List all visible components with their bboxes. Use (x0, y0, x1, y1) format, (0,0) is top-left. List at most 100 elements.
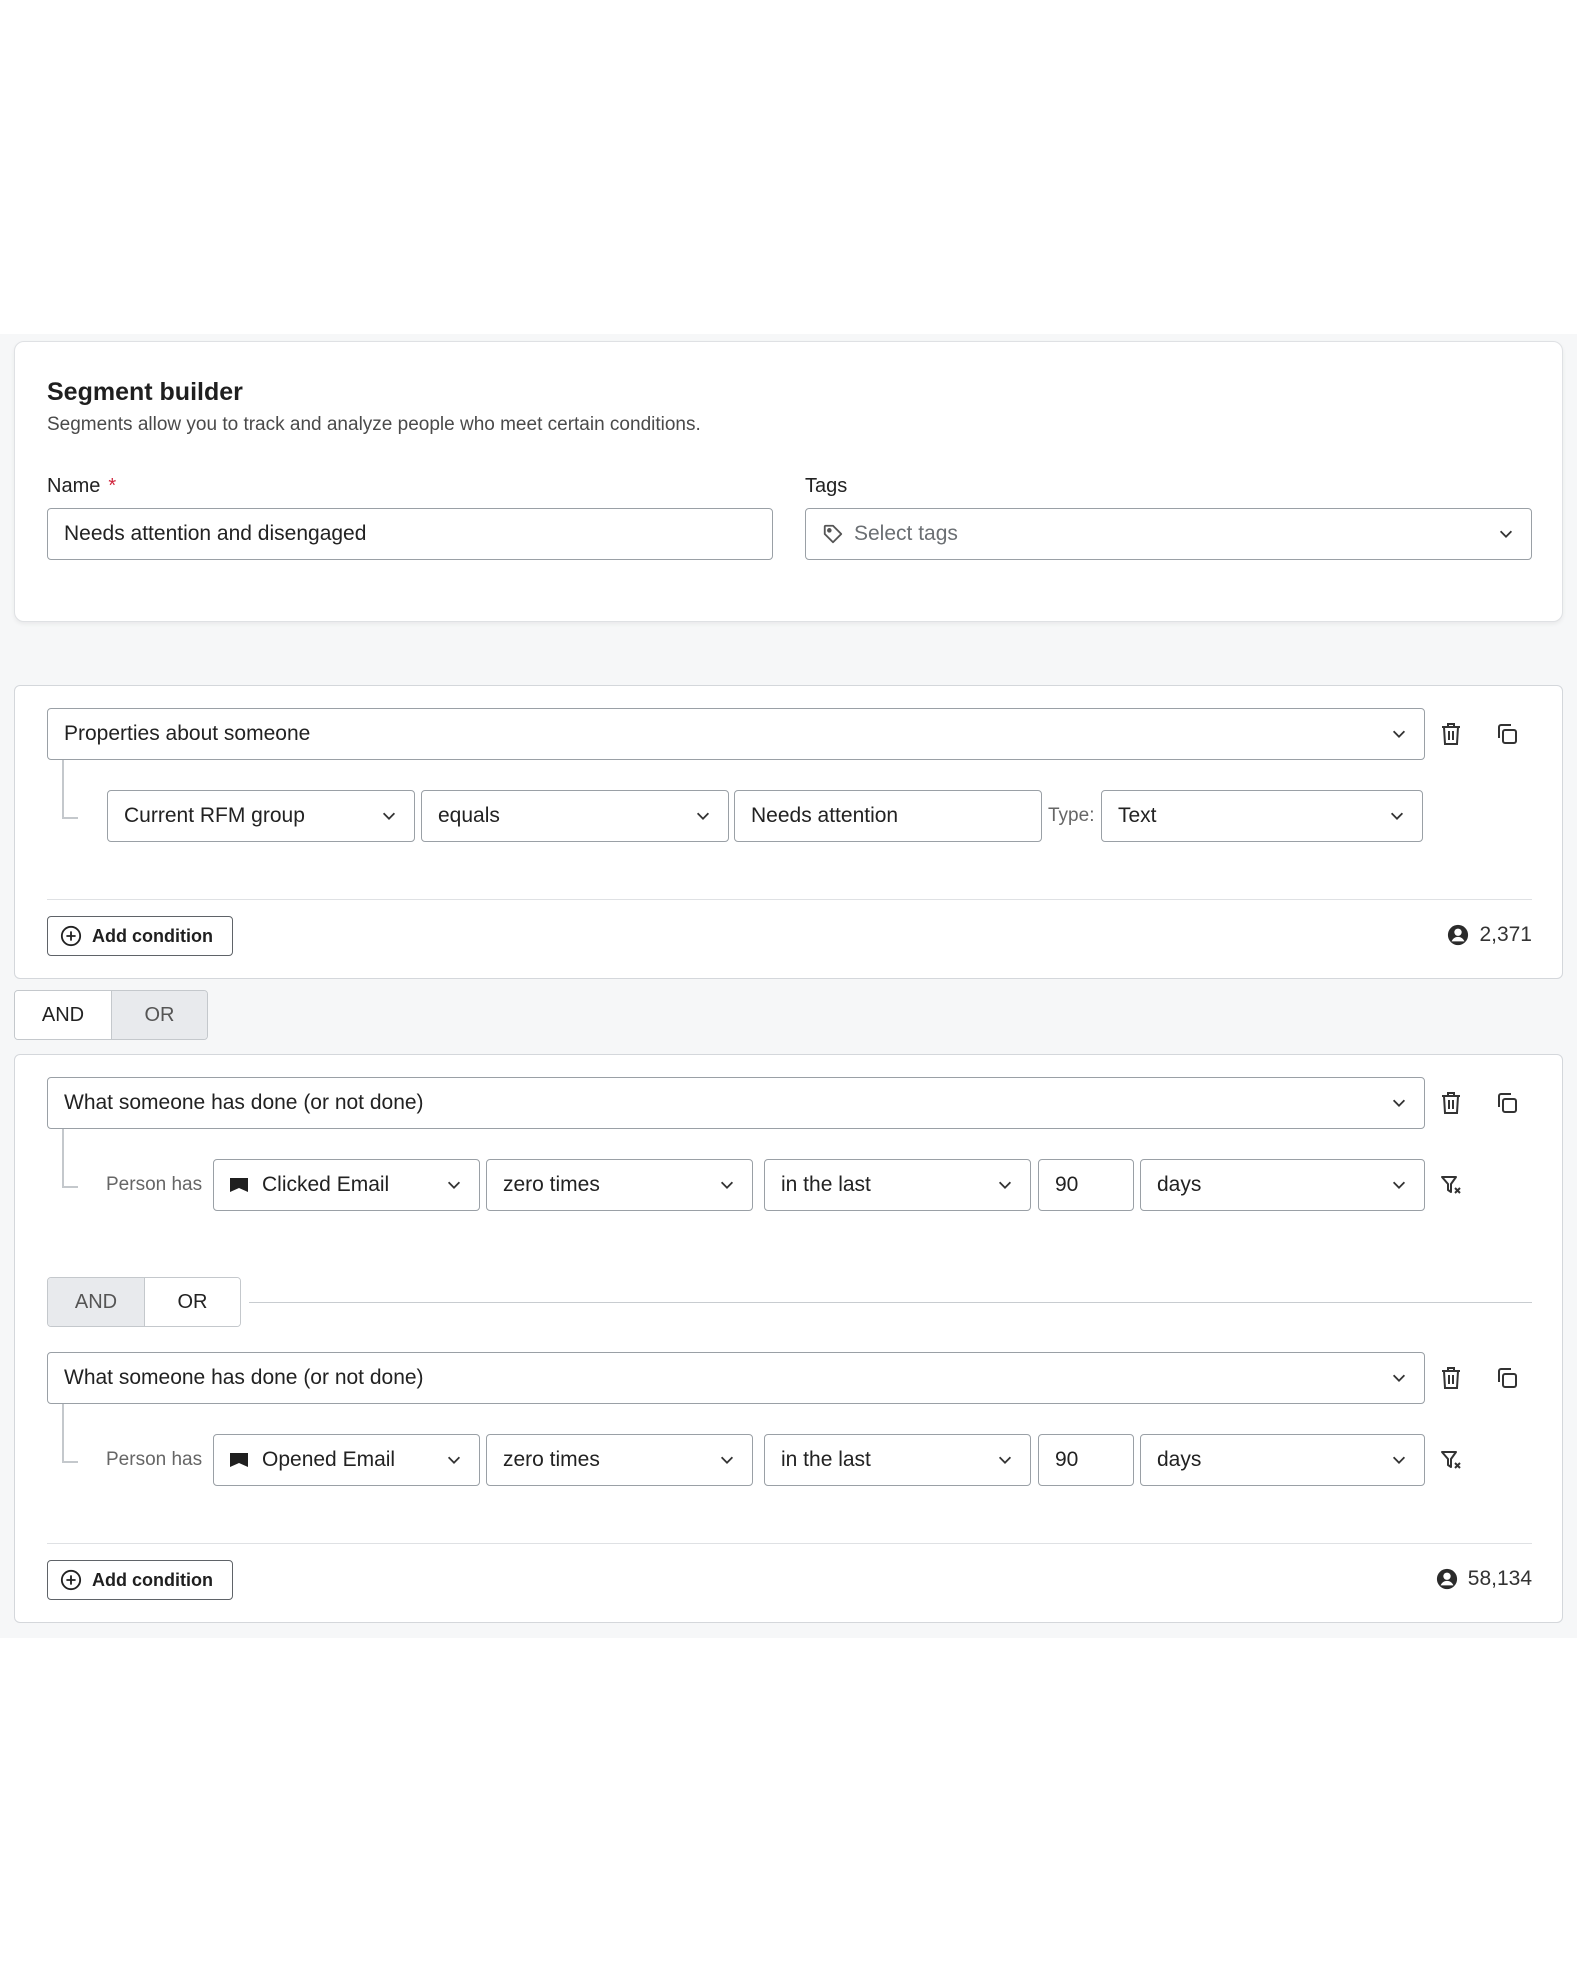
person-icon (1436, 1568, 1468, 1590)
copy-icon[interactable] (1491, 1087, 1523, 1119)
copy-icon[interactable] (1491, 1362, 1523, 1394)
chevron-down-icon (445, 1451, 463, 1469)
tag-icon (822, 523, 844, 545)
chevron-down-icon (1390, 1369, 1408, 1387)
timeframe-value: in the last (781, 1448, 871, 1471)
name-input-value: Needs attention and disengaged (64, 522, 367, 545)
chevron-down-icon (1390, 1176, 1408, 1194)
operator-select[interactable]: equals (421, 790, 729, 842)
value-input-text: Needs attention (751, 804, 899, 827)
join-or-option[interactable]: OR (111, 991, 207, 1039)
person-has-label: Person has (106, 1174, 203, 1195)
required-mark: * (108, 475, 117, 497)
tree-connector (62, 1404, 78, 1463)
amount-input[interactable]: 90 (1038, 1159, 1134, 1211)
metric-select[interactable]: Opened Email (213, 1434, 480, 1486)
unit-select[interactable]: days (1140, 1159, 1425, 1211)
metric-value: Clicked Email (262, 1173, 390, 1196)
property-value: Current RFM group (124, 804, 305, 827)
definition-select[interactable]: Properties about someone (47, 708, 1425, 760)
join-divider-line (249, 1302, 1532, 1303)
page-title: Segment builder (47, 378, 243, 406)
definition-select[interactable]: What someone has done (or not done) (47, 1352, 1425, 1404)
trash-icon[interactable] (1435, 1087, 1467, 1119)
definition-value: What someone has done (or not done) (64, 1091, 424, 1114)
flag-icon (230, 1453, 262, 1467)
definition-select[interactable]: What someone has done (or not done) (47, 1077, 1425, 1129)
chevron-down-icon (718, 1176, 736, 1194)
frequency-value: zero times (503, 1173, 600, 1196)
chevron-down-icon (1388, 807, 1406, 825)
tree-connector (62, 1129, 78, 1188)
segment-header-card: Segment builder Segments allow you to tr… (14, 341, 1563, 622)
name-label: Name * (47, 475, 116, 498)
timeframe-select[interactable]: in the last (764, 1434, 1031, 1486)
amount-value: 90 (1055, 1173, 1079, 1196)
condition-group-2: What someone has done (or not done) Pers… (14, 1054, 1563, 1623)
copy-icon[interactable] (1491, 718, 1523, 750)
count-value: 58,134 (1467, 1567, 1532, 1590)
frequency-select[interactable]: zero times (486, 1159, 753, 1211)
filter-icon[interactable] (1435, 1169, 1467, 1201)
frequency-select[interactable]: zero times (486, 1434, 753, 1486)
person-icon (1447, 924, 1479, 946)
condition-group-1: Properties about someone Current RFM gro… (14, 685, 1563, 979)
segment-count: 2,371 (1447, 923, 1532, 947)
chevron-down-icon (1497, 525, 1515, 543)
type-value: Text (1118, 804, 1157, 827)
filter-icon[interactable] (1435, 1444, 1467, 1476)
unit-select[interactable]: days (1140, 1434, 1425, 1486)
trash-icon[interactable] (1435, 718, 1467, 750)
person-has-label: Person has (106, 1449, 203, 1470)
chevron-down-icon (996, 1451, 1014, 1469)
chevron-down-icon (380, 807, 398, 825)
trash-icon[interactable] (1435, 1362, 1467, 1394)
add-condition-label: Add condition (92, 925, 213, 946)
join-or-option[interactable]: OR (144, 1278, 240, 1326)
definition-value: What someone has done (or not done) (64, 1366, 424, 1389)
divider (47, 899, 1532, 900)
add-condition-button[interactable]: Add condition (47, 916, 233, 956)
add-condition-button[interactable]: Add condition (47, 1560, 233, 1600)
chevron-down-icon (1390, 1094, 1408, 1112)
count-value: 2,371 (1479, 923, 1532, 946)
value-input[interactable]: Needs attention (734, 790, 1042, 842)
page-subtitle: Segments allow you to track and analyze … (47, 414, 701, 435)
segment-count: 58,134 (1436, 1567, 1532, 1591)
amount-input[interactable]: 90 (1038, 1434, 1134, 1486)
tags-label: Tags (805, 475, 848, 497)
chevron-down-icon (1390, 1451, 1408, 1469)
chevron-down-icon (718, 1451, 736, 1469)
operator-value: equals (438, 804, 500, 827)
name-label-text: Name (47, 475, 101, 497)
property-select[interactable]: Current RFM group (107, 790, 415, 842)
tree-connector (62, 760, 78, 819)
chevron-down-icon (1390, 725, 1408, 743)
unit-value: days (1157, 1173, 1202, 1196)
join-and-option[interactable]: AND (48, 1278, 144, 1326)
flag-icon (230, 1178, 262, 1192)
plus-circle-icon (60, 1569, 92, 1591)
tags-placeholder: Select tags (854, 522, 958, 545)
type-select[interactable]: Text (1101, 790, 1423, 842)
metric-value: Opened Email (262, 1448, 396, 1471)
type-label: Type: (1048, 805, 1095, 826)
unit-value: days (1157, 1448, 1202, 1471)
divider (47, 1543, 1532, 1544)
frequency-value: zero times (503, 1448, 600, 1471)
timeframe-value: in the last (781, 1173, 871, 1196)
chevron-down-icon (445, 1176, 463, 1194)
plus-circle-icon (60, 925, 92, 947)
definition-value: Properties about someone (64, 722, 311, 745)
add-condition-label: Add condition (92, 1569, 213, 1590)
chevron-down-icon (694, 807, 712, 825)
timeframe-select[interactable]: in the last (764, 1159, 1031, 1211)
group-join-toggle: AND OR (14, 990, 208, 1040)
tags-select[interactable]: Select tags (805, 508, 1532, 560)
amount-value: 90 (1055, 1448, 1079, 1471)
metric-select[interactable]: Clicked Email (213, 1159, 480, 1211)
chevron-down-icon (996, 1176, 1014, 1194)
join-and-option[interactable]: AND (15, 991, 111, 1039)
condition-join-toggle: AND OR (47, 1277, 241, 1327)
name-input[interactable]: Needs attention and disengaged (47, 508, 773, 560)
